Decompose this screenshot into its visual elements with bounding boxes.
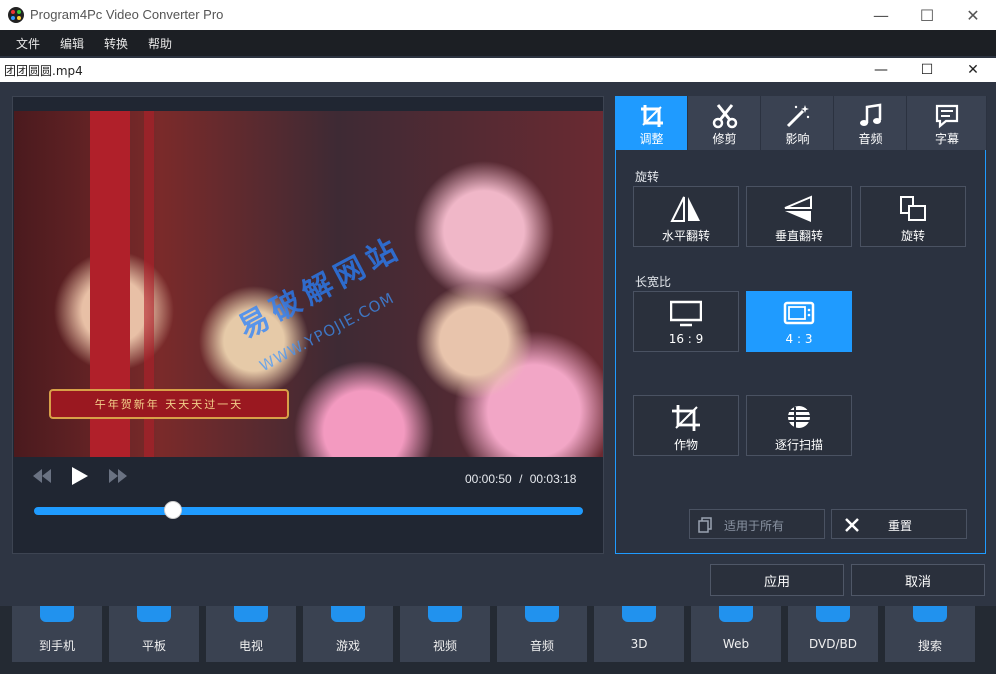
- adjust-panel: 调整 修剪 影响 音频 字幕 旋转 水平翻转 垂直翻转 旋转 长宽比 16: …: [615, 96, 987, 554]
- menu-convert[interactable]: 转换: [104, 35, 128, 52]
- music-note-icon: [860, 103, 882, 126]
- play-icon[interactable]: [72, 467, 88, 485]
- apply-all-button[interactable]: 适用于所有: [689, 509, 825, 539]
- total-time: 00:03:18: [529, 472, 577, 486]
- fast-forward-icon[interactable]: [109, 469, 127, 483]
- magic-wand-icon: [786, 105, 810, 128]
- flip-horizontal-button[interactable]: 水平翻转: [633, 186, 739, 247]
- current-time: 00:00:50: [465, 472, 512, 486]
- deinterlace-button[interactable]: 逐行扫描: [746, 395, 852, 456]
- device-phone-button[interactable]: 到手机: [12, 600, 102, 662]
- device-tablet-button[interactable]: 平板: [109, 600, 199, 662]
- crop-button[interactable]: 作物: [633, 395, 739, 456]
- time-separator: /: [519, 472, 523, 486]
- rotate-icon: [900, 196, 926, 221]
- rotate-button[interactable]: 旋转: [860, 186, 966, 247]
- device-dvd-button[interactable]: DVD/BD: [788, 600, 878, 662]
- menu-edit[interactable]: 编辑: [60, 35, 84, 52]
- dialog-title: 团团圆圆.mp4: [4, 64, 83, 78]
- apply-button[interactable]: 应用: [710, 564, 844, 596]
- minimize-button[interactable]: —: [858, 0, 904, 30]
- flip-horizontal-icon: [670, 196, 700, 222]
- monitor-icon: [670, 300, 702, 327]
- crop-icon: [641, 105, 663, 127]
- cancel-button[interactable]: 取消: [851, 564, 985, 596]
- edit-dialog: 团团圆圆.mp4 — ☐ ✕ 午年贺新年 天天天过一天 易破解网站 WWW.YP…: [0, 58, 996, 606]
- aspect-4-3-button[interactable]: 4 : 3: [746, 291, 852, 352]
- video-frame: 午年贺新年 天天天过一天 易破解网站 WWW.YPOJIE.COM: [14, 111, 603, 457]
- device-video-button[interactable]: 视频: [400, 600, 490, 662]
- rewind-icon[interactable]: [33, 469, 51, 483]
- app-title: Program4Pc Video Converter Pro: [30, 7, 224, 22]
- copy-icon: [698, 517, 712, 533]
- dialog-close-button[interactable]: ✕: [950, 58, 996, 82]
- menu-bar: 文件 编辑 转换 帮助: [0, 30, 996, 56]
- scissors-icon: [712, 104, 738, 129]
- close-button[interactable]: ✕: [950, 0, 996, 30]
- video-preview-pane: 午年贺新年 天天天过一天 易破解网站 WWW.YPOJIE.COM 00:00:…: [12, 96, 604, 554]
- dialog-minimize-button[interactable]: —: [858, 58, 904, 82]
- device-3d-button[interactable]: 3D: [594, 600, 684, 662]
- device-game-button[interactable]: 游戏: [303, 600, 393, 662]
- subtitle-icon: [935, 104, 959, 129]
- menu-file[interactable]: 文件: [16, 35, 40, 52]
- maximize-button[interactable]: ☐: [904, 0, 950, 30]
- close-x-icon: [845, 518, 859, 532]
- menu-help[interactable]: 帮助: [148, 35, 172, 52]
- device-web-button[interactable]: Web: [691, 600, 781, 662]
- reset-button[interactable]: 重置: [831, 509, 967, 539]
- device-audio-button[interactable]: 音频: [497, 600, 587, 662]
- device-tv-button[interactable]: 电视: [206, 600, 296, 662]
- video-overlay-banner: 午年贺新年 天天天过一天: [49, 389, 289, 419]
- app-logo-icon: [8, 7, 24, 23]
- tab-subtitle[interactable]: 字幕: [907, 96, 987, 150]
- crop-icon: [672, 405, 700, 431]
- dialog-maximize-button[interactable]: ☐: [904, 58, 950, 82]
- tab-effects[interactable]: 影响: [761, 96, 834, 150]
- seek-bar[interactable]: [34, 507, 583, 515]
- rotate-section-title: 旋转: [635, 170, 660, 184]
- app-title-bar: Program4Pc Video Converter Pro — ☐ ✕: [0, 0, 996, 30]
- flip-vertical-button[interactable]: 垂直翻转: [746, 186, 852, 247]
- dialog-title-bar: 团团圆圆.mp4 — ☐ ✕: [0, 58, 996, 82]
- flip-vertical-icon: [784, 195, 812, 222]
- tv-screen-icon: [783, 301, 815, 325]
- seek-thumb[interactable]: [164, 501, 182, 519]
- aspect-section-title: 长宽比: [635, 275, 672, 289]
- tab-trim[interactable]: 修剪: [688, 96, 761, 150]
- device-search-button[interactable]: 搜索: [885, 600, 975, 662]
- deinterlace-icon: [788, 406, 810, 428]
- time-display: 00:00:50 / 00:03:18: [463, 472, 578, 486]
- tab-audio[interactable]: 音频: [834, 96, 907, 150]
- aspect-16-9-button[interactable]: 16 : 9: [633, 291, 739, 352]
- tab-adjust[interactable]: 调整: [615, 96, 688, 150]
